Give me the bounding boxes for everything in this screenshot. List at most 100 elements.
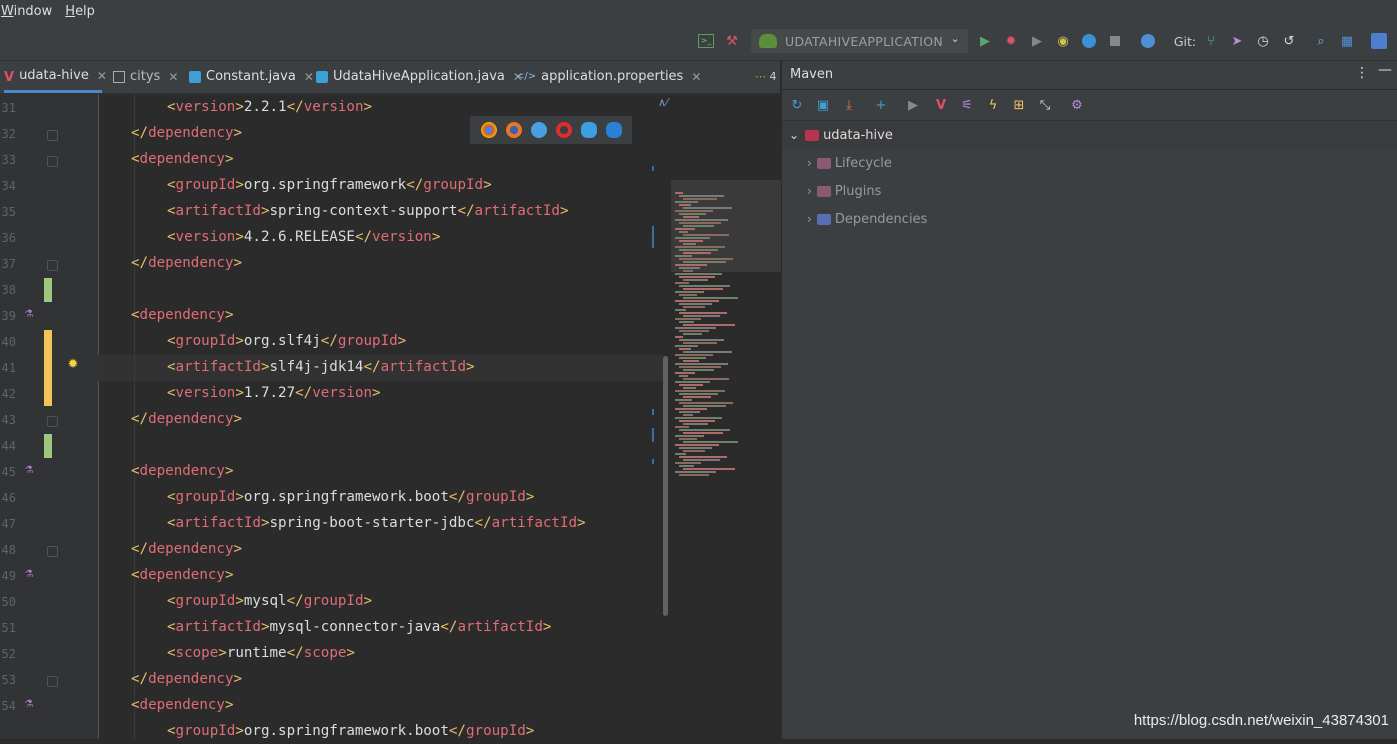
git-rollback-icon[interactable]: ↺ (1279, 31, 1299, 51)
minimap-line (675, 201, 698, 203)
tab-citys[interactable]: citys ✕ (113, 61, 178, 92)
run-coverage-icon[interactable]: ▶ (1027, 31, 1047, 51)
fold-marker[interactable] (47, 676, 58, 687)
run-icon[interactable]: ▶ (975, 31, 995, 51)
minimap-line (679, 438, 697, 440)
markup-icon[interactable]: ∧⁄ (658, 96, 668, 109)
maven-goal-icon[interactable]: V (932, 96, 950, 114)
tab-label: citys (130, 69, 161, 84)
minimap-line (679, 303, 712, 305)
minimap-line (675, 210, 713, 212)
minimap-line (683, 450, 705, 452)
minimap-line (683, 234, 729, 236)
tree-item-root[interactable]: ⌄ udata-hive (789, 123, 893, 147)
code-line: <groupId>org.springframework</groupId> (167, 177, 492, 193)
minimap-line (675, 444, 719, 446)
tree-item-dependencies[interactable]: › Dependencies (807, 207, 927, 231)
settings-icon[interactable]: ⚙ (1068, 96, 1086, 114)
code-line: </dependency> (131, 671, 243, 687)
code-line: <dependency> (131, 151, 234, 167)
git-label: Git: (1173, 33, 1197, 49)
code-line: <groupId>mysql</groupId> (167, 593, 373, 609)
dependency-icon[interactable]: ⚗ (23, 465, 35, 477)
minimap-line (679, 330, 709, 332)
generate-sources-icon[interactable]: ▣ (814, 96, 832, 114)
toggle-offline-icon[interactable]: ⚟ (958, 96, 976, 114)
close-icon[interactable]: ✕ (97, 69, 107, 83)
tab-udata-hive[interactable]: V udata-hive ✕ (4, 61, 107, 93)
firefox-icon[interactable] (505, 122, 522, 138)
compass-icon[interactable] (1079, 31, 1099, 51)
minimap-line (679, 240, 703, 242)
build-hammer-icon[interactable]: ⚒ (722, 31, 742, 51)
collapse-all-icon[interactable]: ⤡ (1036, 96, 1054, 114)
tab-udatahiveapplication-java[interactable]: UdataHiveApplication.java ✕ (316, 61, 523, 92)
minimap-line (683, 387, 696, 389)
safari-icon[interactable] (530, 122, 547, 138)
folder-icon (816, 185, 831, 197)
search-icon[interactable]: ⌕ (1311, 31, 1331, 51)
vertical-scrollbar[interactable] (663, 356, 668, 616)
profile-icon[interactable]: ◉ (1053, 31, 1073, 51)
git-branch-icon[interactable]: ⑂ (1201, 31, 1221, 51)
close-icon[interactable]: ✕ (304, 70, 314, 84)
download-icon[interactable]: ⤓ (840, 96, 858, 114)
reload-icon[interactable]: ↻ (788, 96, 806, 114)
tab-constant-java[interactable]: Constant.java ✕ (189, 61, 314, 92)
code-line: </dependency> (131, 255, 243, 271)
tree-item-plugins[interactable]: › Plugins (807, 179, 881, 203)
tabs-overflow[interactable]: ⋯ 4 (755, 70, 777, 83)
spring-boot-icon (759, 34, 777, 48)
dependency-icon[interactable]: ⚗ (23, 699, 35, 711)
code-area[interactable]: <version>2.2.1</version> </dependency> <… (98, 94, 663, 739)
tree-item-lifecycle[interactable]: › Lifecycle (807, 151, 892, 175)
minimap-line (675, 336, 683, 338)
line-number: 41 (1, 361, 16, 375)
menu-help[interactable]: Help (64, 4, 103, 19)
dependency-icon[interactable]: ⚗ (23, 569, 35, 581)
chevron-right-icon[interactable]: › (807, 212, 812, 226)
stop-icon[interactable] (1105, 31, 1125, 51)
show-diagram-icon[interactable]: ⊞ (1010, 96, 1028, 114)
run-icon[interactable]: ▶ (904, 96, 922, 114)
debug-icon[interactable]: ✹ (1001, 31, 1021, 51)
git-push-icon[interactable]: ➤ (1227, 31, 1247, 51)
fold-marker[interactable] (47, 260, 58, 271)
dependency-icon[interactable]: ⚗ (23, 309, 35, 321)
menu-window[interactable]: Window (0, 4, 60, 19)
run-configuration-select[interactable]: UDATAHIVEAPPLICATION ⌄ (751, 29, 968, 53)
fold-marker[interactable] (47, 546, 58, 557)
code-line: <version>4.2.6.RELEASE</version> (167, 229, 441, 245)
fold-marker[interactable] (47, 156, 58, 167)
more-options-icon[interactable]: ⋮ (1355, 65, 1369, 81)
scroll-marker (652, 166, 654, 171)
close-icon[interactable]: ✕ (168, 70, 178, 84)
minimap-line (683, 396, 711, 398)
lightbulb-icon[interactable]: ✹ (64, 356, 82, 374)
ie-icon[interactable] (580, 122, 597, 138)
add-icon[interactable]: + (872, 96, 890, 114)
minimap-line (675, 246, 725, 248)
fold-marker[interactable] (47, 416, 58, 427)
terminal-icon[interactable]: >_ (696, 31, 716, 51)
minimap-line (679, 321, 694, 323)
code-line: <dependency> (131, 567, 234, 583)
translate-icon[interactable] (1369, 31, 1389, 51)
close-icon[interactable]: ✕ (691, 70, 701, 84)
browse-icon[interactable] (1138, 31, 1158, 51)
minimap-line (683, 441, 738, 443)
edge-icon[interactable] (605, 122, 622, 138)
skip-tests-icon[interactable]: ϟ (984, 96, 1002, 114)
minimap-line (679, 195, 724, 197)
git-history-icon[interactable]: ◷ (1253, 31, 1273, 51)
code-editor[interactable]: 31 32 33 34 35 36 37 38 39 40 41 42 43 4… (0, 94, 781, 739)
minimize-icon[interactable]: — (1378, 62, 1392, 78)
chevron-right-icon[interactable]: › (807, 156, 812, 170)
chrome-icon[interactable] (480, 122, 497, 138)
fold-marker[interactable] (47, 130, 58, 141)
tab-application-properties[interactable]: </> application.properties ✕ (516, 61, 701, 92)
chevron-right-icon[interactable]: › (807, 184, 812, 198)
grid-icon[interactable]: ▦ (1337, 31, 1357, 51)
chevron-down-icon[interactable]: ⌄ (789, 128, 799, 142)
opera-icon[interactable] (555, 122, 572, 138)
